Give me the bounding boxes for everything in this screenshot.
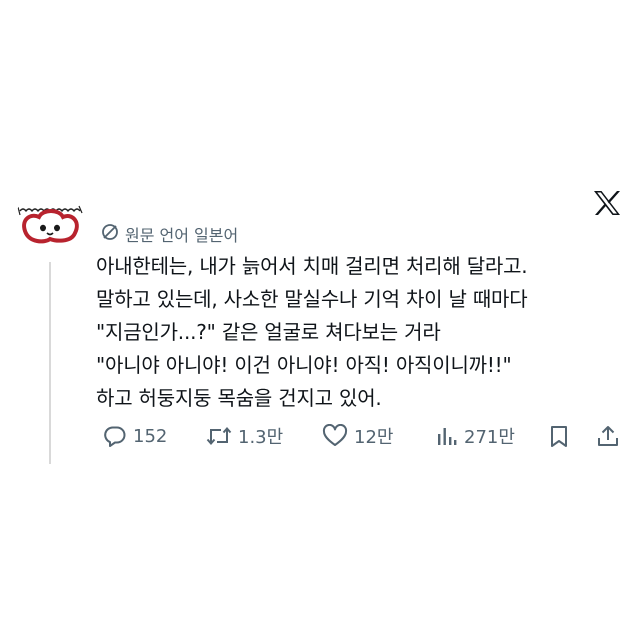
tweet-line: 하고 허둥지둥 목숨을 건지고 있어. xyxy=(96,386,382,410)
translation-indicator[interactable]: 원문 언어 일본어 xyxy=(101,222,238,246)
tweet-line: "아니야 아니야! 이건 아니야! 아직! 아직이니까!!" xyxy=(96,353,512,377)
bookmark-icon xyxy=(548,424,570,448)
tweet-line: "지금인가...?" 같은 얼굴로 쳐다보는 거라 xyxy=(96,320,441,344)
like-count: 12만 xyxy=(354,427,394,448)
like-button[interactable]: 12만 xyxy=(322,420,393,452)
tweet-line: 아내한테는, 내가 늙어서 치매 걸리면 처리해 달라고. xyxy=(96,254,528,278)
retweet-count: 1.3만 xyxy=(238,427,284,448)
tweet-text: 아내한테는, 내가 늙어서 치매 걸리면 처리해 달라고. 말하고 있는데, 사… xyxy=(96,250,626,415)
reply-count: 152 xyxy=(133,425,168,447)
reply-icon xyxy=(103,424,127,448)
retweet-icon xyxy=(206,424,232,448)
translate-globe-icon xyxy=(101,223,119,245)
views-button[interactable]: 271만 xyxy=(436,420,515,452)
x-logo-icon[interactable] xyxy=(592,190,622,216)
reply-button[interactable]: 152 xyxy=(103,420,167,452)
retweet-button[interactable]: 1.3만 xyxy=(206,420,283,452)
avatar[interactable] xyxy=(15,187,85,257)
tweet-action-bar: 152 1.3만 12만 271만 xyxy=(0,420,640,452)
share-button[interactable] xyxy=(596,420,620,452)
tweet-line: 말하고 있는데, 사소한 말실수나 기억 차이 날 때마다 xyxy=(96,287,528,311)
heart-icon xyxy=(322,424,348,448)
avatar-illustration xyxy=(17,205,83,244)
view-count: 271만 xyxy=(464,427,515,448)
translation-label: 원문 언어 일본어 xyxy=(125,226,239,245)
bookmark-button[interactable] xyxy=(548,420,570,452)
share-icon xyxy=(596,424,620,448)
views-bar-icon xyxy=(436,424,458,448)
